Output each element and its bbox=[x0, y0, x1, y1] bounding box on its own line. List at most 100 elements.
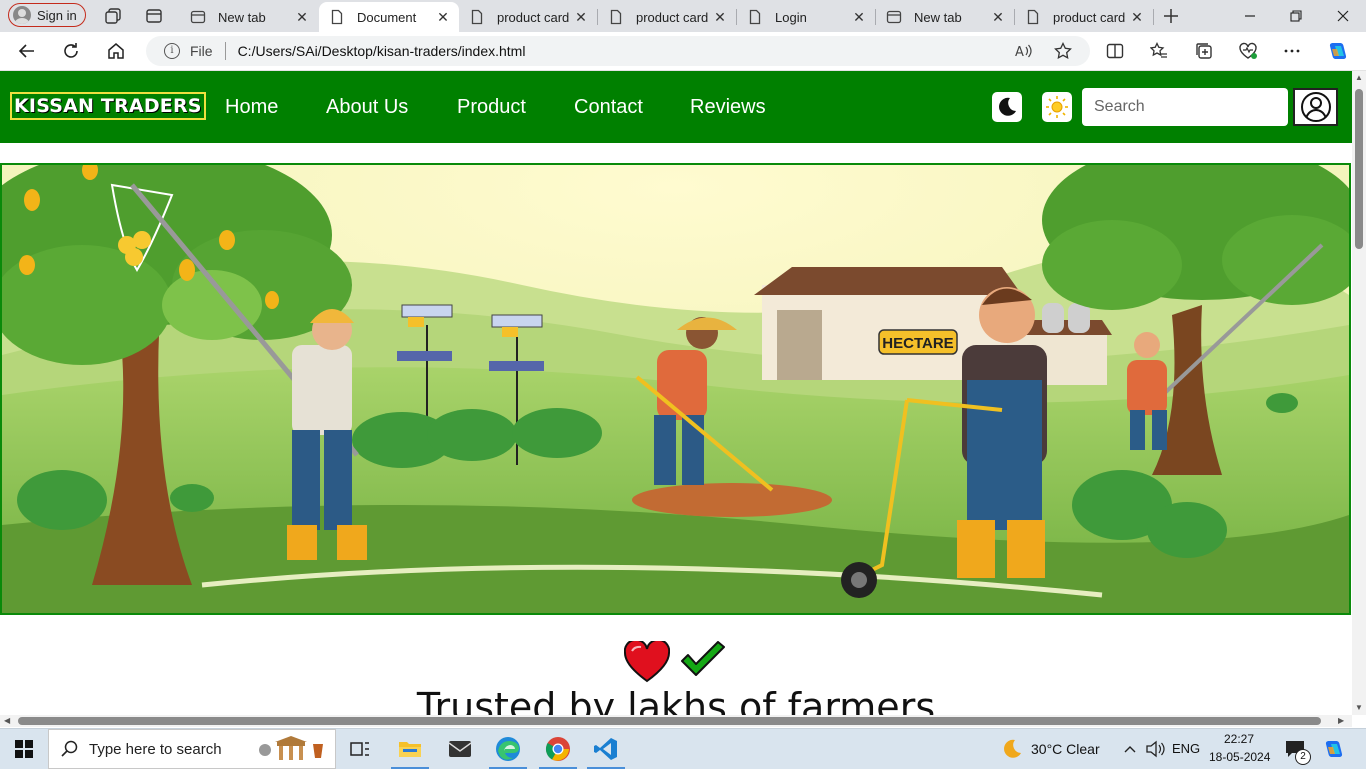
url-text[interactable]: C:/Users/SAi/Desktop/kisan-traders/index… bbox=[238, 43, 526, 59]
site-search-input[interactable] bbox=[1082, 88, 1288, 126]
close-tab-icon[interactable]: ✕ bbox=[573, 9, 589, 26]
tab-label: product card bbox=[1053, 9, 1126, 25]
page-icon bbox=[329, 9, 345, 25]
horizontal-scroll-thumb[interactable] bbox=[18, 717, 1321, 725]
weather-moon-icon[interactable] bbox=[1000, 729, 1024, 769]
restore-icon[interactable] bbox=[1286, 6, 1306, 26]
hero-banner-illustration: HECTARE bbox=[0, 163, 1351, 615]
tab-new-tab-1[interactable]: New tab ✕ bbox=[180, 2, 318, 32]
clock-date[interactable]: 18-05-2024 bbox=[1209, 750, 1270, 764]
nav-home[interactable]: Home bbox=[225, 96, 278, 119]
close-tab-icon[interactable]: ✕ bbox=[851, 9, 867, 26]
light-mode-sun-icon[interactable] bbox=[1042, 92, 1072, 122]
close-tab-icon[interactable]: ✕ bbox=[435, 9, 451, 26]
tab-label: Login bbox=[775, 9, 807, 25]
browser-toolbar: i File C:/Users/SAi/Desktop/kisan-trader… bbox=[0, 32, 1366, 71]
scroll-down-arrow-icon[interactable]: ▼ bbox=[1355, 703, 1363, 712]
vertical-scrollbar[interactable]: ▲ ▼ bbox=[1352, 71, 1366, 715]
page-icon bbox=[608, 9, 624, 25]
search-icon bbox=[61, 740, 78, 757]
close-window-icon[interactable] bbox=[1333, 6, 1353, 26]
minimize-icon[interactable] bbox=[1240, 6, 1260, 26]
tab-document[interactable]: Document ✕ bbox=[319, 2, 459, 32]
notification-count-badge: 2 bbox=[1295, 749, 1311, 765]
heart-icon bbox=[624, 641, 670, 683]
nav-contact[interactable]: Contact bbox=[574, 96, 643, 119]
input-language[interactable]: ENG bbox=[1172, 741, 1200, 756]
scroll-up-arrow-icon[interactable]: ▲ bbox=[1355, 73, 1363, 82]
search-highlight-museum-icon bbox=[259, 736, 323, 760]
chrome-browser-icon[interactable] bbox=[539, 729, 577, 769]
close-tab-icon[interactable]: ✕ bbox=[1129, 9, 1145, 26]
dark-mode-moon-icon[interactable] bbox=[992, 92, 1022, 122]
brand-logo[interactable]: KISSAN TRADERS bbox=[10, 92, 206, 120]
close-tab-icon[interactable]: ✕ bbox=[712, 9, 728, 26]
url-scheme-label: File bbox=[190, 43, 213, 59]
weather-text[interactable]: 30°C Clear bbox=[1031, 741, 1100, 757]
browser-essentials-icon[interactable] bbox=[1237, 40, 1259, 62]
read-aloud-icon[interactable]: A bbox=[1012, 40, 1034, 62]
tab-actions-icon[interactable] bbox=[144, 6, 164, 26]
tab-product-card-2[interactable]: product card ✕ bbox=[598, 2, 736, 32]
checkmark-icon bbox=[681, 641, 725, 676]
tab-label: product card bbox=[636, 9, 709, 25]
favorites-icon[interactable] bbox=[1148, 40, 1170, 62]
scroll-left-arrow-icon[interactable]: ◀ bbox=[4, 716, 10, 725]
tab-label: New tab bbox=[914, 9, 962, 25]
copilot-preview-icon[interactable] bbox=[1320, 729, 1348, 769]
trust-icons bbox=[624, 641, 726, 683]
taskbar-search-box[interactable]: Type here to search bbox=[48, 729, 336, 769]
site-info-icon[interactable]: i bbox=[164, 43, 180, 59]
tab-product-card-3[interactable]: product card ✕ bbox=[1015, 2, 1153, 32]
sign-in-button[interactable]: Sign in bbox=[8, 3, 86, 27]
address-bar[interactable]: i File C:/Users/SAi/Desktop/kisan-trader… bbox=[146, 36, 1090, 66]
browser-tab-strip: Sign in New tab ✕ Document ✕ product car… bbox=[0, 0, 1366, 32]
edge-browser-icon[interactable] bbox=[489, 729, 527, 769]
user-profile-button[interactable] bbox=[1293, 88, 1338, 126]
windows-start-icon[interactable] bbox=[0, 729, 48, 769]
copilot-icon[interactable] bbox=[1327, 40, 1349, 62]
trust-heading: Trusted by lakhs of farmers bbox=[416, 685, 936, 715]
split-screen-icon[interactable] bbox=[1104, 40, 1126, 62]
volume-speaker-icon[interactable] bbox=[1144, 729, 1166, 769]
close-tab-icon[interactable]: ✕ bbox=[990, 9, 1006, 26]
newtab-icon bbox=[886, 9, 902, 25]
tab-label: Document bbox=[357, 9, 417, 25]
clock-time[interactable]: 22:27 bbox=[1224, 732, 1254, 746]
windows-taskbar: Type here to search 30°C Clear ENG 22:27… bbox=[0, 728, 1366, 769]
nav-about-us[interactable]: About Us bbox=[326, 96, 408, 119]
vscode-icon[interactable] bbox=[587, 729, 625, 769]
tab-label: New tab bbox=[218, 9, 266, 25]
home-icon[interactable] bbox=[105, 40, 127, 62]
vertical-scroll-thumb[interactable] bbox=[1355, 89, 1363, 249]
task-view-icon[interactable] bbox=[348, 729, 372, 769]
tab-separator bbox=[1153, 9, 1154, 25]
svg-text:A: A bbox=[1015, 45, 1024, 60]
barn-sign-text: HECTARE bbox=[882, 335, 953, 352]
profile-avatar-icon bbox=[13, 6, 31, 24]
mail-icon[interactable] bbox=[441, 729, 479, 769]
nav-reviews[interactable]: Reviews bbox=[690, 96, 766, 119]
workspaces-icon[interactable] bbox=[103, 6, 123, 26]
tab-product-card-1[interactable]: product card ✕ bbox=[459, 2, 597, 32]
new-tab-plus-icon[interactable] bbox=[1161, 6, 1181, 26]
page-viewport: KISSAN TRADERS Home About Us Product Con… bbox=[0, 71, 1352, 715]
scroll-right-arrow-icon[interactable]: ▶ bbox=[1338, 716, 1344, 725]
refresh-icon[interactable] bbox=[60, 40, 82, 62]
close-tab-icon[interactable]: ✕ bbox=[294, 9, 310, 26]
horizontal-scrollbar[interactable]: ◀ ▶ bbox=[0, 715, 1352, 727]
tab-label: product card bbox=[497, 9, 570, 25]
page-icon bbox=[747, 9, 763, 25]
tab-login[interactable]: Login ✕ bbox=[737, 2, 875, 32]
collections-icon[interactable] bbox=[1193, 40, 1215, 62]
notifications-icon[interactable]: 2 bbox=[1282, 729, 1311, 769]
file-explorer-icon[interactable] bbox=[391, 729, 429, 769]
taskbar-search-placeholder: Type here to search bbox=[89, 740, 222, 758]
show-hidden-icons-chevron-icon[interactable] bbox=[1122, 729, 1138, 769]
more-options-icon[interactable] bbox=[1281, 40, 1303, 62]
favorite-star-icon[interactable] bbox=[1052, 40, 1074, 62]
back-arrow-icon[interactable] bbox=[16, 40, 38, 62]
omnibox-divider bbox=[224, 42, 226, 60]
nav-product[interactable]: Product bbox=[457, 96, 526, 119]
tab-new-tab-2[interactable]: New tab ✕ bbox=[876, 2, 1014, 32]
